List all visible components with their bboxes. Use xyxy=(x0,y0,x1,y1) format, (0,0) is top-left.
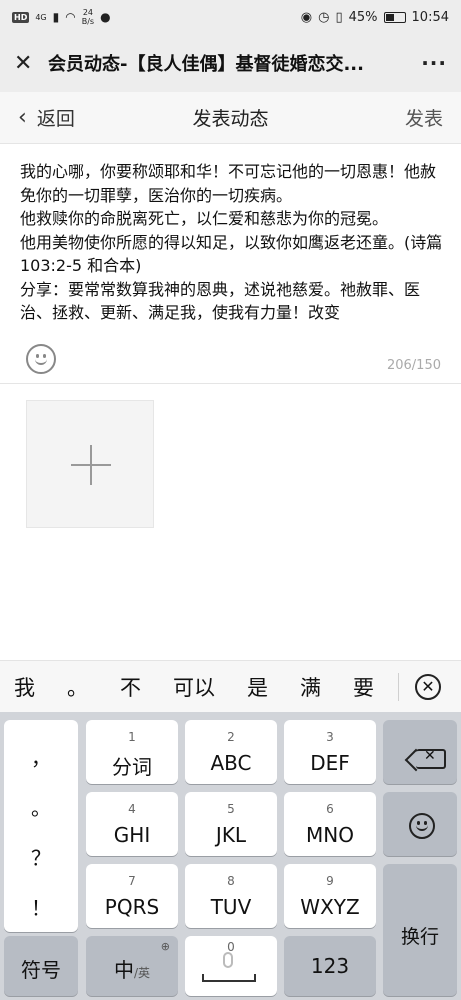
battery-fill xyxy=(385,13,394,21)
key-4[interactable]: 4 GHI xyxy=(86,792,178,856)
vibrate-icon: ▯ xyxy=(335,9,343,25)
hd-badge: HD xyxy=(12,11,30,23)
post-text-input[interactable]: 我的心哪，你要称颂耶和华！不可忘记他的一切恩惠！他赦免你的一切罪孽，医治你的一切… xyxy=(20,160,448,340)
status-bar: HD 4G ▮ ◠ 24 B/s ● ◉ ◷ ▯ 45% 10:54 xyxy=(0,0,461,34)
punct-key-period[interactable]: 。 xyxy=(4,792,78,821)
eye-icon: ◉ xyxy=(300,9,313,25)
candidate-word[interactable]: 不 xyxy=(120,672,141,702)
smile-icon xyxy=(409,813,435,839)
key-9[interactable]: 9 WXYZ xyxy=(284,864,376,928)
space-icon xyxy=(202,974,256,982)
signal-label: 4G xyxy=(35,12,47,22)
title-bar: ✕ 会员动态-【良人佳偶】基督徒婚恋交... ··· xyxy=(0,34,461,92)
backspace-key[interactable]: ✕ xyxy=(383,720,457,784)
punct-key-exclaim[interactable]: ！ xyxy=(4,892,78,921)
battery-percent: 45% xyxy=(348,9,378,25)
key-3[interactable]: 3 DEF xyxy=(284,720,376,784)
key-number: 6 xyxy=(326,802,334,816)
key-1[interactable]: 1 分词 xyxy=(86,720,178,784)
more-options-icon[interactable]: ··· xyxy=(421,51,447,75)
lang-main: 中 xyxy=(113,958,134,982)
publish-button[interactable]: 发表 xyxy=(405,104,443,131)
candidate-divider xyxy=(398,673,399,701)
symbol-label: 符号 xyxy=(21,958,61,982)
signal-icon: ▮ xyxy=(52,10,60,24)
close-keyboard-icon[interactable]: ✕ xyxy=(415,674,441,700)
globe-icon: ⊕ xyxy=(160,940,170,953)
nav-bar: ‹ 返回 发表动态 发表 xyxy=(0,92,461,144)
network-speed: 24 B/s xyxy=(82,8,94,26)
key-label: TUV xyxy=(210,895,252,919)
key-number: 2 xyxy=(227,730,235,744)
key-7[interactable]: 7 PQRS xyxy=(86,864,178,928)
key-number: 0 xyxy=(227,940,235,954)
back-button[interactable]: ‹ 返回 xyxy=(18,104,75,131)
punct-key-comma[interactable]: ， xyxy=(4,742,78,771)
battery-icon xyxy=(383,11,406,23)
key-number: 3 xyxy=(326,730,334,744)
language-toggle-key[interactable]: ⊕ 中/英 xyxy=(86,936,178,996)
keyboard: ， 。 ？ ！ 1 分词 2 ABC 3 DEF ✕ 4 GHI 5 JKL 6… xyxy=(0,712,461,1000)
enter-label: 换行 xyxy=(400,926,439,948)
key-6[interactable]: 6 MNO xyxy=(284,792,376,856)
emoji-icon[interactable] xyxy=(26,344,56,374)
post-editor: 我的心哪，你要称颂耶和华！不可忘记他的一切恩惠！他赦免你的一切罪孽，医治你的一切… xyxy=(0,144,461,384)
key-label: MNO xyxy=(306,823,354,847)
candidate-word[interactable]: 是 xyxy=(247,672,268,702)
key-label: PQRS xyxy=(104,895,160,919)
back-label: 返回 xyxy=(36,108,75,130)
key-label: GHI xyxy=(113,823,151,847)
clock: 10:54 xyxy=(411,9,449,25)
network-speed-unit: B/s xyxy=(81,17,95,26)
candidate-word[interactable]: 要 xyxy=(353,672,374,702)
network-speed-value: 24 xyxy=(82,8,93,17)
mic-icon xyxy=(223,952,233,968)
numeric-key[interactable]: 123 xyxy=(284,936,376,996)
add-photo-button[interactable] xyxy=(26,400,154,528)
character-counter: 206/150 xyxy=(386,358,441,373)
symbol-key[interactable]: 符号 xyxy=(4,936,78,996)
key-label: JKL xyxy=(215,823,247,847)
key-number: 9 xyxy=(326,874,334,888)
punctuation-column: ， 。 ？ ！ xyxy=(4,720,78,932)
backspace-icon: ✕ xyxy=(416,748,446,769)
candidate-word[interactable]: 可以 xyxy=(173,672,215,702)
punct-key-question[interactable]: ？ xyxy=(4,842,78,871)
chevron-left-icon: ‹ xyxy=(18,105,27,130)
alarm-icon: ◷ xyxy=(318,9,330,25)
key-8[interactable]: 8 TUV xyxy=(185,864,277,928)
key-number: 4 xyxy=(128,802,136,816)
key-label: WXYZ xyxy=(300,895,360,919)
candidate-word[interactable]: 。 xyxy=(67,672,88,702)
key-label: ABC xyxy=(210,751,252,775)
ime-candidate-bar: 我 。 不 可以 是 满 要 ✕ xyxy=(0,660,461,712)
key-2[interactable]: 2 ABC xyxy=(185,720,277,784)
key-5[interactable]: 5 JKL xyxy=(185,792,277,856)
key-number: 5 xyxy=(227,802,235,816)
candidate-word[interactable]: 我 xyxy=(14,672,35,702)
key-label: 分词 xyxy=(112,755,152,779)
lang-alt: /英 xyxy=(133,966,151,980)
close-icon[interactable]: ✕ xyxy=(14,51,42,76)
numeric-label: 123 xyxy=(310,954,350,978)
key-number: 8 xyxy=(227,874,235,888)
key-number: 7 xyxy=(128,874,136,888)
wifi-icon: ◠ xyxy=(65,10,76,24)
key-label: DEF xyxy=(310,751,350,775)
emoji-key[interactable] xyxy=(383,792,457,856)
key-number: 1 xyxy=(128,730,136,744)
space-key[interactable]: 0 xyxy=(185,936,277,996)
page-title: 会员动态-【良人佳偶】基督徒婚恋交... xyxy=(48,54,364,75)
wechat-icon: ● xyxy=(100,10,111,24)
candidate-word[interactable]: 满 xyxy=(300,672,321,702)
language-label: 中/英 xyxy=(86,954,178,983)
enter-key[interactable]: 换行 xyxy=(383,864,457,996)
